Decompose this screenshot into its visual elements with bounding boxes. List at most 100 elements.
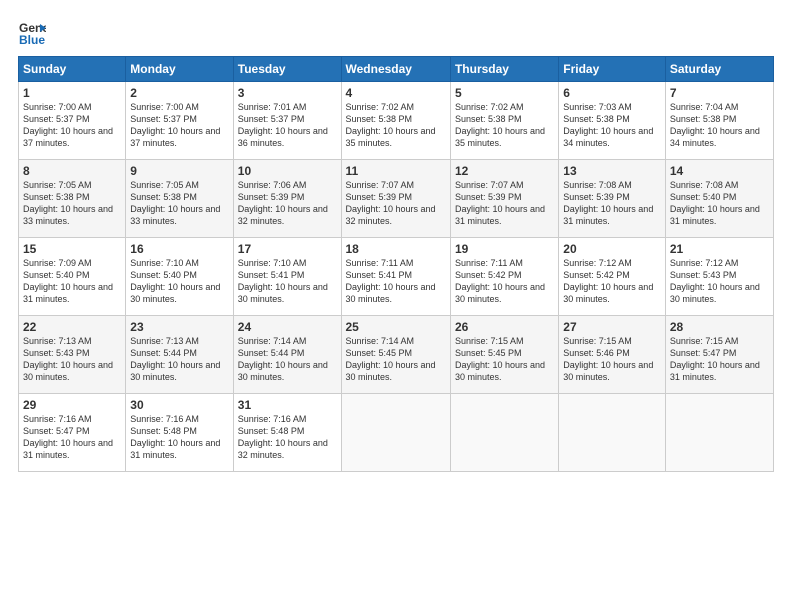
calendar-cell: 30Sunrise: 7:16 AMSunset: 5:48 PMDayligh… [126,394,233,472]
day-info: Sunrise: 7:14 AMSunset: 5:44 PMDaylight:… [238,335,337,384]
day-number: 26 [455,320,554,334]
day-number: 30 [130,398,228,412]
day-number: 22 [23,320,121,334]
calendar-week-1: 8Sunrise: 7:05 AMSunset: 5:38 PMDaylight… [19,160,774,238]
day-info: Sunrise: 7:08 AMSunset: 5:39 PMDaylight:… [563,179,661,228]
calendar-cell: 8Sunrise: 7:05 AMSunset: 5:38 PMDaylight… [19,160,126,238]
logo: General Blue [18,18,50,46]
day-number: 3 [238,86,337,100]
day-info: Sunrise: 7:10 AMSunset: 5:41 PMDaylight:… [238,257,337,306]
day-number: 21 [670,242,769,256]
day-header-thursday: Thursday [450,57,558,82]
day-header-friday: Friday [559,57,666,82]
day-number: 29 [23,398,121,412]
day-number: 19 [455,242,554,256]
day-number: 2 [130,86,228,100]
calendar-week-4: 29Sunrise: 7:16 AMSunset: 5:47 PMDayligh… [19,394,774,472]
calendar-cell: 11Sunrise: 7:07 AMSunset: 5:39 PMDayligh… [341,160,450,238]
calendar-cell: 20Sunrise: 7:12 AMSunset: 5:42 PMDayligh… [559,238,666,316]
day-info: Sunrise: 7:12 AMSunset: 5:42 PMDaylight:… [563,257,661,306]
day-number: 20 [563,242,661,256]
day-number: 6 [563,86,661,100]
calendar-cell: 28Sunrise: 7:15 AMSunset: 5:47 PMDayligh… [665,316,773,394]
day-info: Sunrise: 7:02 AMSunset: 5:38 PMDaylight:… [346,101,446,150]
day-number: 13 [563,164,661,178]
calendar-cell: 2Sunrise: 7:00 AMSunset: 5:37 PMDaylight… [126,82,233,160]
calendar-cell: 31Sunrise: 7:16 AMSunset: 5:48 PMDayligh… [233,394,341,472]
day-number: 24 [238,320,337,334]
day-header-sunday: Sunday [19,57,126,82]
calendar-cell: 14Sunrise: 7:08 AMSunset: 5:40 PMDayligh… [665,160,773,238]
day-info: Sunrise: 7:03 AMSunset: 5:38 PMDaylight:… [563,101,661,150]
calendar-cell: 7Sunrise: 7:04 AMSunset: 5:38 PMDaylight… [665,82,773,160]
day-info: Sunrise: 7:05 AMSunset: 5:38 PMDaylight:… [130,179,228,228]
day-info: Sunrise: 7:07 AMSunset: 5:39 PMDaylight:… [346,179,446,228]
day-number: 10 [238,164,337,178]
day-info: Sunrise: 7:15 AMSunset: 5:46 PMDaylight:… [563,335,661,384]
page: General Blue SundayMondayTuesdayWednesda… [0,0,792,612]
calendar-cell: 23Sunrise: 7:13 AMSunset: 5:44 PMDayligh… [126,316,233,394]
calendar-cell: 1Sunrise: 7:00 AMSunset: 5:37 PMDaylight… [19,82,126,160]
day-number: 8 [23,164,121,178]
day-info: Sunrise: 7:07 AMSunset: 5:39 PMDaylight:… [455,179,554,228]
day-info: Sunrise: 7:05 AMSunset: 5:38 PMDaylight:… [23,179,121,228]
calendar-cell: 13Sunrise: 7:08 AMSunset: 5:39 PMDayligh… [559,160,666,238]
day-info: Sunrise: 7:16 AMSunset: 5:48 PMDaylight:… [130,413,228,462]
day-header-tuesday: Tuesday [233,57,341,82]
calendar-cell: 5Sunrise: 7:02 AMSunset: 5:38 PMDaylight… [450,82,558,160]
day-number: 23 [130,320,228,334]
day-info: Sunrise: 7:13 AMSunset: 5:43 PMDaylight:… [23,335,121,384]
day-number: 4 [346,86,446,100]
day-info: Sunrise: 7:11 AMSunset: 5:41 PMDaylight:… [346,257,446,306]
calendar-cell: 15Sunrise: 7:09 AMSunset: 5:40 PMDayligh… [19,238,126,316]
calendar-cell: 24Sunrise: 7:14 AMSunset: 5:44 PMDayligh… [233,316,341,394]
day-number: 31 [238,398,337,412]
day-info: Sunrise: 7:16 AMSunset: 5:48 PMDaylight:… [238,413,337,462]
day-info: Sunrise: 7:00 AMSunset: 5:37 PMDaylight:… [130,101,228,150]
day-info: Sunrise: 7:14 AMSunset: 5:45 PMDaylight:… [346,335,446,384]
day-number: 27 [563,320,661,334]
day-number: 16 [130,242,228,256]
calendar-cell [341,394,450,472]
logo-icon: General Blue [18,18,46,46]
day-info: Sunrise: 7:10 AMSunset: 5:40 PMDaylight:… [130,257,228,306]
day-info: Sunrise: 7:04 AMSunset: 5:38 PMDaylight:… [670,101,769,150]
day-header-saturday: Saturday [665,57,773,82]
day-number: 5 [455,86,554,100]
calendar-cell [665,394,773,472]
calendar-week-3: 22Sunrise: 7:13 AMSunset: 5:43 PMDayligh… [19,316,774,394]
day-number: 15 [23,242,121,256]
calendar-cell: 18Sunrise: 7:11 AMSunset: 5:41 PMDayligh… [341,238,450,316]
day-number: 11 [346,164,446,178]
day-info: Sunrise: 7:15 AMSunset: 5:47 PMDaylight:… [670,335,769,384]
day-number: 14 [670,164,769,178]
calendar-cell: 12Sunrise: 7:07 AMSunset: 5:39 PMDayligh… [450,160,558,238]
day-number: 25 [346,320,446,334]
calendar-cell: 16Sunrise: 7:10 AMSunset: 5:40 PMDayligh… [126,238,233,316]
calendar-cell: 21Sunrise: 7:12 AMSunset: 5:43 PMDayligh… [665,238,773,316]
calendar-header-row: SundayMondayTuesdayWednesdayThursdayFrid… [19,57,774,82]
svg-text:Blue: Blue [19,33,45,46]
calendar: SundayMondayTuesdayWednesdayThursdayFrid… [18,56,774,472]
calendar-cell: 25Sunrise: 7:14 AMSunset: 5:45 PMDayligh… [341,316,450,394]
calendar-cell: 29Sunrise: 7:16 AMSunset: 5:47 PMDayligh… [19,394,126,472]
calendar-cell: 10Sunrise: 7:06 AMSunset: 5:39 PMDayligh… [233,160,341,238]
day-number: 9 [130,164,228,178]
calendar-cell [450,394,558,472]
day-number: 18 [346,242,446,256]
calendar-cell: 22Sunrise: 7:13 AMSunset: 5:43 PMDayligh… [19,316,126,394]
day-header-wednesday: Wednesday [341,57,450,82]
calendar-cell: 9Sunrise: 7:05 AMSunset: 5:38 PMDaylight… [126,160,233,238]
calendar-cell: 19Sunrise: 7:11 AMSunset: 5:42 PMDayligh… [450,238,558,316]
day-header-monday: Monday [126,57,233,82]
calendar-week-2: 15Sunrise: 7:09 AMSunset: 5:40 PMDayligh… [19,238,774,316]
day-info: Sunrise: 7:15 AMSunset: 5:45 PMDaylight:… [455,335,554,384]
calendar-cell: 17Sunrise: 7:10 AMSunset: 5:41 PMDayligh… [233,238,341,316]
day-info: Sunrise: 7:06 AMSunset: 5:39 PMDaylight:… [238,179,337,228]
day-number: 1 [23,86,121,100]
header: General Blue [18,18,774,46]
day-info: Sunrise: 7:12 AMSunset: 5:43 PMDaylight:… [670,257,769,306]
day-info: Sunrise: 7:01 AMSunset: 5:37 PMDaylight:… [238,101,337,150]
calendar-week-0: 1 Sunrise: 7:00 AMSunset: 5:37 PMDaylight… [19,82,774,160]
day-info: Sunrise: 7:02 AMSunset: 5:38 PMDaylight:… [455,101,554,150]
